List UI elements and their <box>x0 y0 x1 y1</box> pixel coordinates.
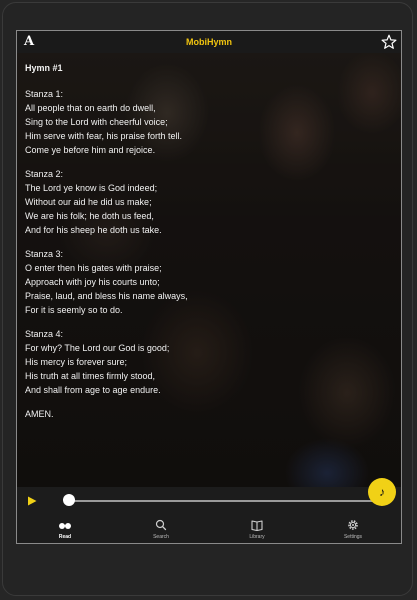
stanza-line: We are his folk; he doth us feed, <box>25 211 154 221</box>
book-icon <box>251 520 263 531</box>
hymn-content-area[interactable]: Hymn #1 Stanza 1: All people that on ear… <box>17 53 401 506</box>
nav-label-library: Library <box>249 534 265 540</box>
nav-item-settings[interactable]: Settings <box>305 513 401 543</box>
stanza-4: Stanza 4: For why? The Lord our God is g… <box>25 327 393 397</box>
stanza-line: His mercy is forever sure; <box>25 357 128 367</box>
app-title: MobiHymn <box>186 37 232 47</box>
nav-item-read[interactable]: Read <box>17 513 113 543</box>
progress-thumb[interactable] <box>63 494 75 506</box>
hymn-text: Hymn #1 Stanza 1: All people that on ear… <box>25 61 393 421</box>
hymn-title: Hymn #1 <box>25 63 63 73</box>
stanza-label: Stanza 2: <box>25 169 64 179</box>
nav-label-search: Search <box>153 534 169 540</box>
play-icon[interactable] <box>26 494 38 506</box>
stanza-label: Stanza 1: <box>25 89 64 99</box>
stanza-line: His truth at all times firmly stood, <box>25 371 156 381</box>
stanza-2: Stanza 2: The Lord ye know is God indeed… <box>25 167 393 237</box>
search-icon <box>155 519 167 531</box>
device-background: A MobiHymn Hymn #1 Stanza 1: All people … <box>0 0 417 600</box>
read-glasses-icon <box>59 523 71 529</box>
stanza-1: Stanza 1: All people that on earth do dw… <box>25 87 393 157</box>
stanza-line: Approach with joy his courts unto; <box>25 277 160 287</box>
stanza-line: The Lord ye know is God indeed; <box>25 183 158 193</box>
nav-item-library[interactable]: Library <box>209 513 305 543</box>
nav-label-settings: Settings <box>343 534 363 540</box>
hymn-closing: AMEN. <box>25 409 54 419</box>
star-outline-icon[interactable] <box>381 34 397 50</box>
bottom-navigation: Read Search Library Settings <box>17 513 401 543</box>
music-note-icon[interactable]: ♪ <box>368 478 396 506</box>
stanza-line: All people that on earth do dwell, <box>25 103 156 113</box>
app-screen: A MobiHymn Hymn #1 Stanza 1: All people … <box>16 30 402 544</box>
gear-icon <box>348 520 358 530</box>
app-bar: A MobiHymn <box>17 31 401 53</box>
stanza-line: And shall from age to age endure. <box>25 385 161 395</box>
stanza-label: Stanza 3: <box>25 249 64 259</box>
stanza-3: Stanza 3: O enter then his gates with pr… <box>25 247 393 317</box>
stanza-line: Come ye before him and rejoice. <box>25 145 156 155</box>
nav-label-read: Read <box>58 534 72 540</box>
progress-track[interactable] <box>69 500 379 502</box>
stanza-line: Him serve with fear, his praise forth te… <box>25 131 183 141</box>
stanza-label: Stanza 4: <box>25 329 64 339</box>
stanza-line: Praise, laud, and bless his name always, <box>25 291 188 301</box>
stanza-line: And for his sheep he doth us take. <box>25 225 162 235</box>
stanza-line: Without our aid he did us make; <box>25 197 152 207</box>
stanza-line: For it is seemly so to do. <box>25 305 123 315</box>
nav-item-search[interactable]: Search <box>113 513 209 543</box>
stanza-line: Sing to the Lord with cheerful voice; <box>25 117 168 127</box>
audio-player <box>17 487 401 513</box>
stanza-line: O enter then his gates with praise; <box>25 263 162 273</box>
stanza-line: For why? The Lord our God is good; <box>25 343 170 353</box>
